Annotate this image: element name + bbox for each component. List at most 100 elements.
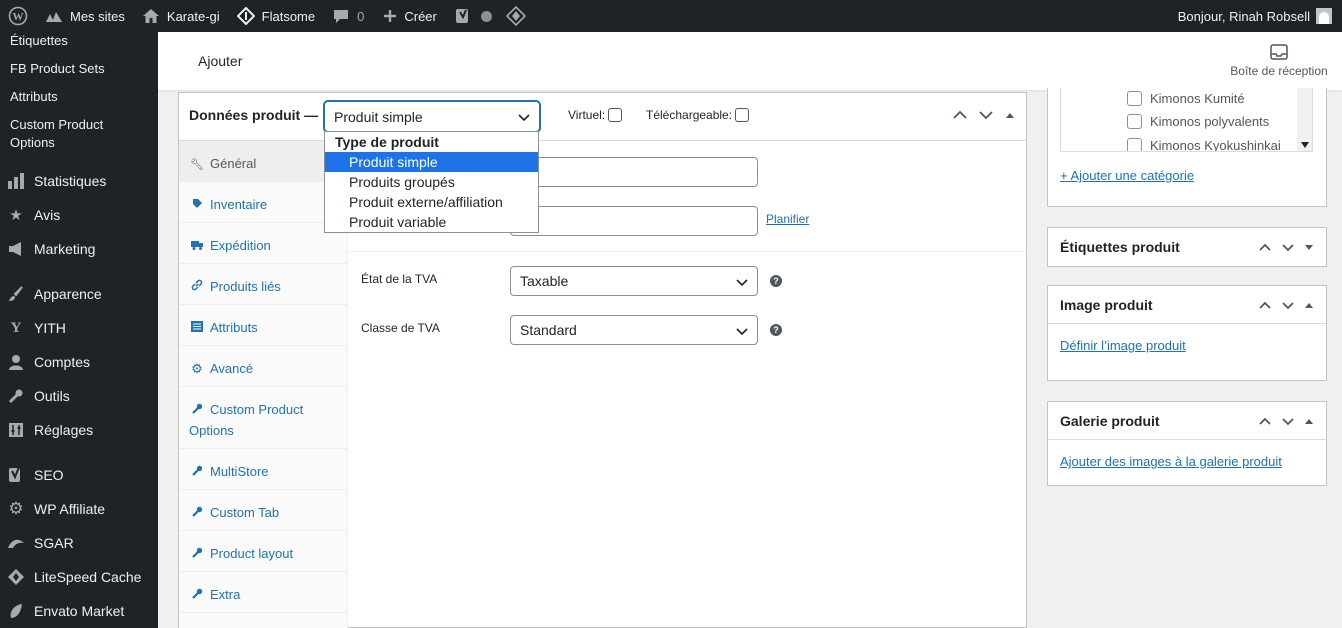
collapse-toggle-icon[interactable]: [1304, 416, 1314, 426]
menu-item-seo[interactable]: SEO: [0, 458, 158, 492]
settings-sliders-icon: [6, 420, 26, 440]
menu-item-avis[interactable]: ★ Avis: [0, 198, 158, 232]
menu-item-statistiques[interactable]: Statistiques: [0, 164, 158, 198]
my-sites-menu[interactable]: Mes sites: [36, 0, 133, 32]
box-title: Étiquettes produit: [1060, 239, 1180, 255]
category-label: Kimonos polyvalents: [1150, 114, 1270, 129]
collapse-toggle-icon[interactable]: [1004, 109, 1016, 121]
wrench-icon: [6, 386, 26, 406]
product-type-select[interactable]: Produit simple: [324, 101, 540, 132]
tax-class-select[interactable]: Standard: [510, 315, 758, 345]
tab-produits-lies[interactable]: Produits liés: [179, 264, 348, 305]
tab-inventaire[interactable]: Inventaire: [179, 182, 348, 223]
tab-custom-tab[interactable]: Custom Tab: [179, 490, 348, 531]
dropdown-option-produits-groupes[interactable]: Produits groupés: [325, 172, 538, 192]
comments-button[interactable]: 0: [323, 0, 372, 32]
menu-label: YITH: [34, 320, 66, 336]
menu-item-comptes[interactable]: Comptes: [0, 345, 158, 379]
regular-price-input[interactable]: [510, 157, 758, 187]
collapse-toggle-icon[interactable]: [1304, 300, 1314, 310]
page-header: Ajouter Boîte de réception: [158, 32, 1342, 90]
category-checkbox[interactable]: [1127, 138, 1142, 151]
sale-price-input[interactable]: [510, 206, 758, 236]
product-tags-header[interactable]: Étiquettes produit: [1048, 228, 1326, 266]
virtual-label: Virtuel:: [568, 108, 606, 122]
wordpress-logo-button[interactable]: W: [0, 0, 36, 32]
link-icon: [189, 278, 205, 298]
move-up-icon[interactable]: [952, 107, 968, 123]
menu-item-envato-market[interactable]: Envato Market: [0, 594, 158, 628]
menu-item-reglages[interactable]: Réglages: [0, 413, 158, 447]
submenu-item-etiquettes[interactable]: Étiquettes: [0, 32, 78, 50]
seo-status-indicator[interactable]: [475, 0, 498, 32]
menu-item-wp-affiliate[interactable]: ⚙ WP Affiliate: [0, 492, 158, 526]
move-up-icon[interactable]: [1258, 240, 1272, 254]
add-category-link[interactable]: + Ajouter une catégorie: [1060, 168, 1194, 183]
tab-expedition[interactable]: Expédition: [179, 223, 348, 264]
wrench-icon: [189, 504, 205, 524]
category-label: Kimonos Kumité: [1150, 91, 1245, 106]
create-menu[interactable]: Créer: [372, 0, 445, 32]
move-down-icon[interactable]: [1281, 414, 1295, 428]
virtual-checkbox[interactable]: [608, 108, 623, 122]
help-tip-icon[interactable]: ?: [770, 275, 782, 287]
tab-custom-product-options[interactable]: Custom Product Options: [179, 387, 348, 449]
move-down-icon[interactable]: [1281, 298, 1295, 312]
category-item[interactable]: Kimonos Kumité: [1127, 91, 1245, 106]
inbox-button[interactable]: Boîte de réception: [1224, 40, 1334, 78]
add-gallery-images-link[interactable]: Ajouter des images à la galerie produit: [1060, 454, 1282, 469]
menu-item-outils[interactable]: Outils: [0, 379, 158, 413]
menu-item-apparence[interactable]: Apparence: [0, 277, 158, 311]
submenu-item-attributs[interactable]: Attributs: [0, 88, 68, 106]
scroll-down-arrow-icon[interactable]: [1301, 142, 1309, 148]
submenu-item-custom-product-options[interactable]: Custom Product Options: [0, 116, 130, 152]
category-scrollbar[interactable]: [1297, 88, 1312, 151]
menu-item-marketing[interactable]: Marketing: [0, 232, 158, 266]
tax-status-value: Taxable: [520, 273, 569, 289]
move-up-icon[interactable]: [1258, 414, 1272, 428]
set-product-image-link[interactable]: Définir l’image produit: [1060, 338, 1186, 353]
help-tip-icon[interactable]: ?: [770, 324, 782, 336]
yoast-menu[interactable]: [445, 0, 475, 32]
wrench-icon: [189, 401, 205, 421]
plus-icon: [380, 6, 400, 26]
submenu-item-fb-product-sets[interactable]: FB Product Sets: [0, 60, 115, 78]
site-name-menu[interactable]: Karate-gi: [133, 0, 228, 32]
account-menu[interactable]: Bonjour, Rinah Robsell: [1170, 0, 1332, 32]
menu-item-litespeed-cache[interactable]: LiteSpeed Cache: [0, 560, 158, 594]
box-controls: [1258, 240, 1314, 254]
menu-item-yith[interactable]: Y YITH: [0, 311, 158, 345]
expand-toggle-icon[interactable]: [1304, 242, 1314, 252]
tab-multistore[interactable]: MultiStore: [179, 449, 348, 490]
admin-sidebar: Étiquettes FB Product Sets Attributs Cus…: [0, 32, 158, 628]
tab-avance[interactable]: ⚙ Avancé: [179, 346, 348, 387]
schedule-link[interactable]: Planifier: [766, 212, 809, 226]
dropdown-option-produit-simple[interactable]: Produit simple: [325, 152, 538, 172]
downloadable-checkbox[interactable]: [735, 108, 750, 122]
product-gallery-header[interactable]: Galerie produit: [1048, 402, 1326, 440]
move-down-icon[interactable]: [978, 107, 994, 123]
tax-status-select[interactable]: Taxable: [510, 266, 758, 296]
downloadable-option: Téléchargeable:: [646, 108, 750, 122]
litespeed-menu[interactable]: [498, 0, 540, 32]
box-controls: [1258, 298, 1314, 312]
category-item[interactable]: Kimonos Kyokushinkai: [1127, 138, 1281, 151]
category-item[interactable]: Kimonos polyvalents: [1127, 114, 1269, 129]
move-up-icon[interactable]: [1258, 298, 1272, 312]
category-checkbox[interactable]: [1127, 91, 1142, 106]
theme-menu[interactable]: Flatsome: [228, 0, 323, 32]
home-icon: [141, 6, 161, 26]
wrench-icon: 🔧︎: [190, 159, 204, 171]
tab-general[interactable]: 🔧︎ Général: [179, 141, 348, 182]
tab-extra[interactable]: Extra: [179, 572, 348, 613]
product-image-header[interactable]: Image produit: [1048, 286, 1326, 324]
dropdown-option-produit-externe[interactable]: Produit externe/affiliation: [325, 192, 538, 212]
dropdown-option-produit-variable[interactable]: Produit variable: [325, 212, 538, 232]
tab-attributs[interactable]: Attributs: [179, 305, 348, 346]
tab-label: Produits liés: [210, 279, 281, 294]
tab-product-layout[interactable]: Product layout: [179, 531, 348, 572]
move-down-icon[interactable]: [1281, 240, 1295, 254]
product-image-box: Image produit Définir l’image produit: [1047, 285, 1327, 381]
menu-item-sgar[interactable]: SGAR: [0, 526, 158, 560]
category-checkbox[interactable]: [1127, 114, 1142, 129]
